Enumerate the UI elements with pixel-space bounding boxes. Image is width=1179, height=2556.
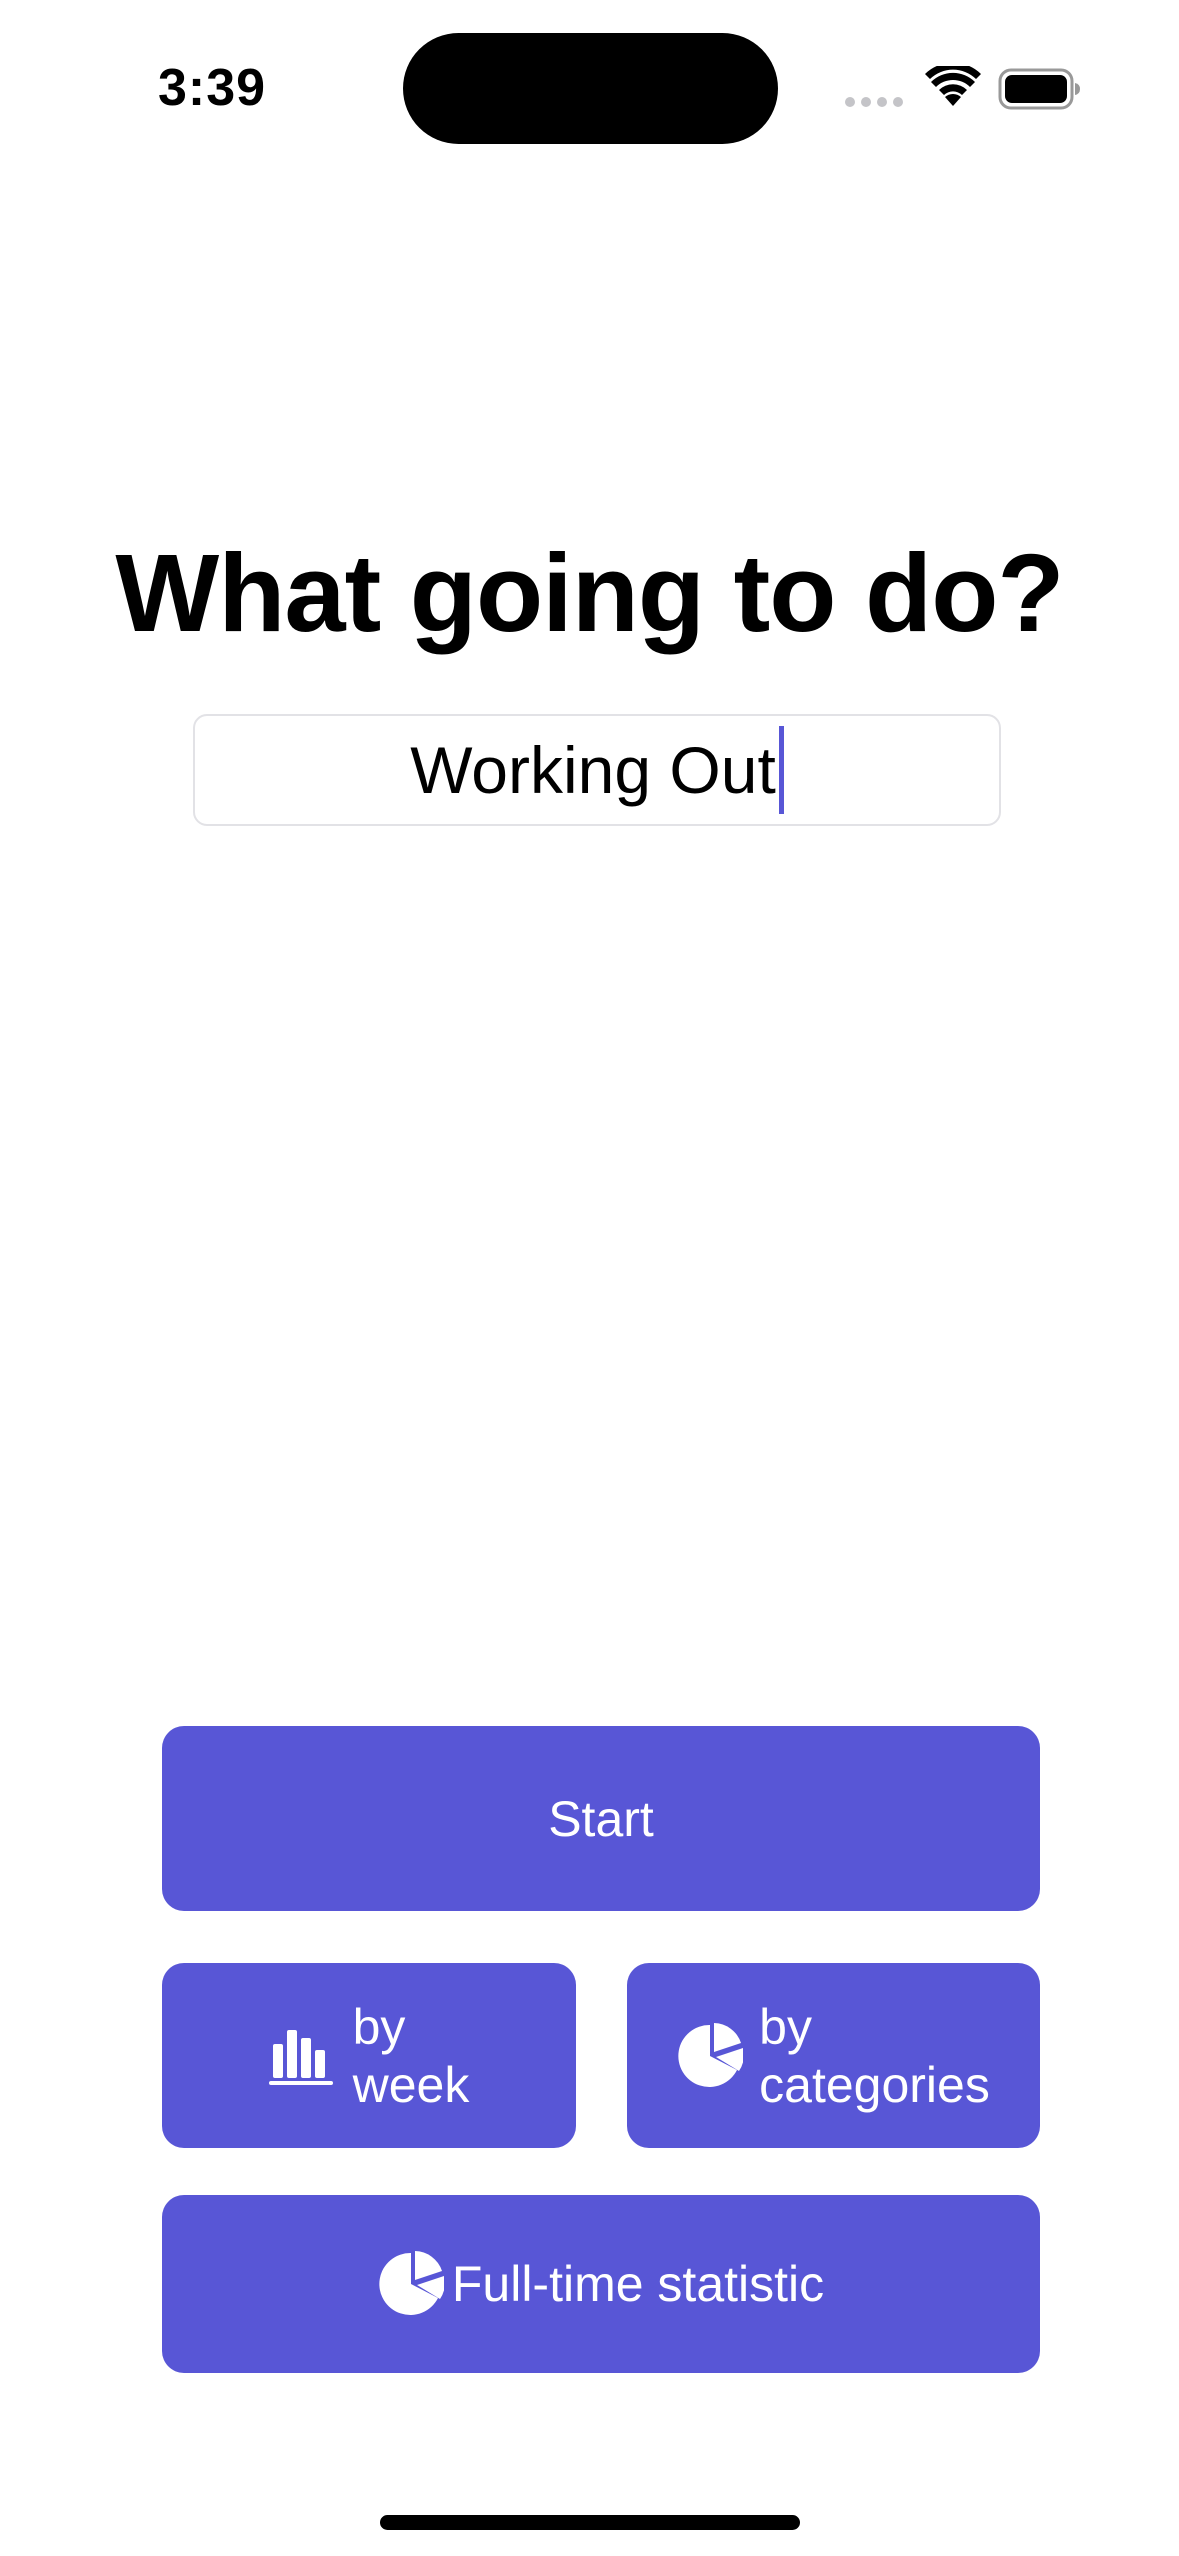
text-caret	[778, 726, 784, 814]
by-week-label-line2: week	[352, 2056, 470, 2113]
activity-input[interactable]: Working Out	[193, 714, 1001, 826]
by-week-label: by week	[353, 1998, 470, 2114]
dynamic-island	[403, 33, 778, 144]
start-button-label: Start	[548, 1790, 654, 1847]
cellular-signal-icon	[845, 94, 909, 112]
full-time-statistic-button[interactable]: Full-time statistic	[162, 2195, 1040, 2373]
by-categories-label-line1: by	[759, 1998, 812, 2055]
home-indicator[interactable]	[380, 2515, 800, 2530]
bar-chart-icon	[268, 2026, 337, 2086]
by-categories-label: by categories	[759, 1998, 990, 2114]
page-title: What going to do?	[115, 532, 1064, 655]
app-screen: 3:39 What going to do? Working Out Start	[0, 0, 1179, 2556]
status-indicators	[845, 64, 1085, 112]
by-categories-label-line2: categories	[759, 2056, 990, 2113]
pie-chart-icon	[677, 2022, 744, 2089]
full-time-statistic-label: Full-time statistic	[451, 2256, 825, 2312]
wifi-icon	[925, 66, 981, 106]
by-week-button[interactable]: by week	[162, 1963, 576, 2148]
status-time: 3:39	[158, 59, 267, 117]
by-week-label-line1: by	[352, 1998, 406, 2055]
pie-chart-icon	[378, 2251, 444, 2317]
by-categories-button[interactable]: by categories	[627, 1963, 1040, 2148]
start-button[interactable]: Start	[162, 1726, 1040, 1911]
activity-input-value: Working Out	[410, 733, 776, 807]
battery-icon	[998, 68, 1080, 110]
